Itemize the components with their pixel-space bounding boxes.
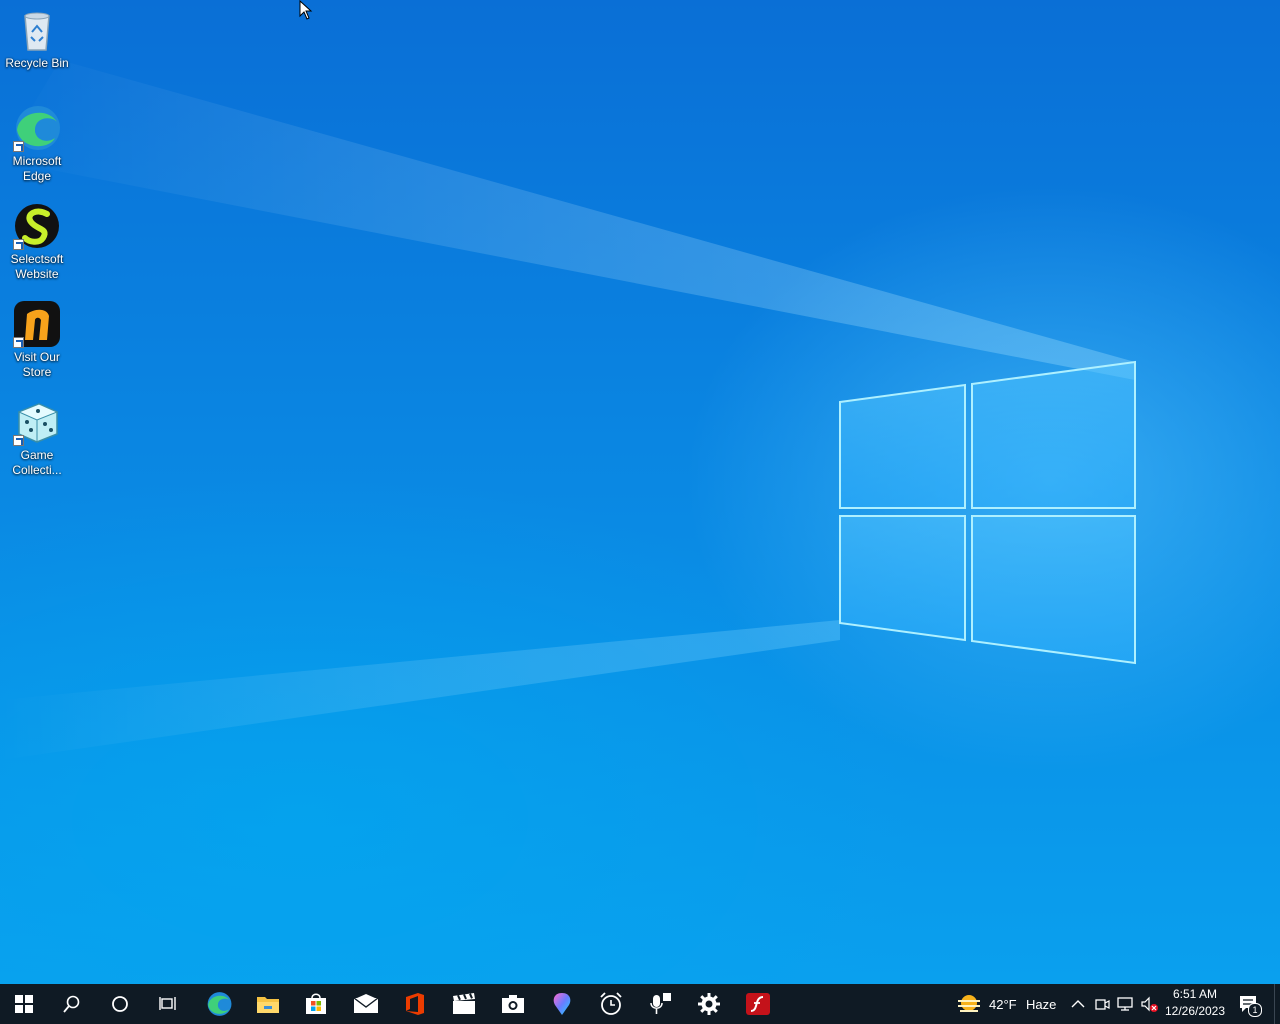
meet-now-button[interactable] (1094, 995, 1110, 1013)
cortana-button[interactable] (96, 984, 144, 1024)
alarms-icon (600, 992, 622, 1015)
network-icon (1117, 997, 1133, 1011)
search-icon (63, 995, 80, 1013)
desktop-icon-label: Selectsoft (10, 252, 64, 266)
store-logo-icon (13, 300, 61, 348)
taskbar: 42°F Haze 6:51 AM 12/26/2023 1 (0, 984, 1280, 1024)
wallpaper-beams (0, 60, 1136, 760)
haze-weather-icon (958, 995, 980, 1012)
network-button[interactable] (1117, 995, 1135, 1013)
clock-date: 12/26/2023 (1164, 1004, 1226, 1018)
desktop-icon-label: Game (20, 448, 54, 462)
taskbar-movies-tv[interactable] (440, 984, 488, 1024)
taskbar-edge[interactable] (195, 984, 243, 1024)
edge-icon (207, 992, 232, 1016)
weather-temperature[interactable]: 42°F (989, 997, 1017, 1012)
taskbar-voice-recorder[interactable] (636, 984, 684, 1024)
taskbar-store[interactable] (292, 984, 340, 1024)
start-icon (15, 995, 33, 1013)
file-explorer-icon (257, 997, 279, 1013)
clock-time: 6:51 AM (1172, 987, 1218, 1001)
shortcut-arrow-icon (13, 239, 24, 250)
desktop-icon-label: Recycle Bin (5, 56, 69, 70)
recycle-bin-icon (13, 6, 61, 54)
search-button[interactable] (48, 984, 96, 1024)
action-center-button[interactable]: 1 (1236, 992, 1262, 1017)
desktop-icon-label: Microsoft (12, 154, 62, 168)
taskbar-office[interactable] (391, 984, 439, 1024)
desktop-icon-label-line2: Collecti... (12, 463, 62, 477)
volume-muted-icon (1141, 996, 1158, 1012)
taskbar-paint-3d[interactable] (538, 984, 586, 1024)
meet-now-icon (1095, 999, 1110, 1010)
desktop-icon-recycle-bin[interactable]: Recycle Bin (2, 6, 72, 71)
clock[interactable]: 6:51 AM 12/26/2023 (1160, 986, 1230, 1020)
shortcut-arrow-icon (13, 337, 24, 348)
game-dice-icon (13, 398, 61, 446)
start-button[interactable] (0, 984, 48, 1024)
desktop-icon-label-line2: Store (22, 365, 52, 379)
task-view-icon (159, 997, 176, 1010)
windows-logo-wallpaper (839, 360, 1136, 665)
desktop[interactable]: Recycle Bin Microsoft Edge Selectsoft We… (0, 0, 1280, 984)
camera-icon (502, 995, 524, 1013)
desktop-icon-selectsoft-website[interactable]: Selectsoft Website (2, 202, 72, 282)
taskbar-camera[interactable] (489, 984, 537, 1024)
taskbar-mail[interactable] (342, 984, 390, 1024)
flash-icon (746, 993, 770, 1015)
weather-widget[interactable] (956, 993, 982, 1015)
taskbar-alarms-clock[interactable] (587, 984, 635, 1024)
mail-icon (353, 994, 379, 1013)
shortcut-arrow-icon (13, 435, 24, 446)
store-icon (306, 993, 326, 1014)
cortana-icon (112, 996, 128, 1012)
paint3d-icon (553, 993, 571, 1015)
task-view-button[interactable] (144, 984, 192, 1024)
notification-count-badge: 1 (1248, 1003, 1262, 1017)
show-desktop-button[interactable] (1274, 984, 1280, 1024)
settings-icon (698, 993, 720, 1015)
selectsoft-icon (13, 202, 61, 250)
desktop-icon-visit-our-store[interactable]: Visit Our Store (2, 300, 72, 380)
movies-icon (453, 993, 475, 1014)
desktop-icon-label-line2: Website (15, 267, 59, 281)
desktop-icon-microsoft-edge[interactable]: Microsoft Edge (2, 104, 72, 184)
show-hidden-icons-button[interactable] (1070, 995, 1086, 1013)
volume-button[interactable] (1141, 995, 1159, 1013)
chevron-up-icon (1071, 1000, 1085, 1008)
shortcut-arrow-icon (13, 141, 24, 152)
mouse-cursor-icon (299, 0, 313, 20)
weather-condition[interactable]: Haze (1026, 997, 1056, 1012)
office-icon (406, 993, 424, 1015)
taskbar-flash-player[interactable] (734, 984, 782, 1024)
taskbar-file-explorer[interactable] (244, 984, 292, 1024)
edge-icon (13, 104, 61, 152)
desktop-icon-game-collection[interactable]: Game Collecti... (2, 398, 72, 478)
desktop-icon-label: Visit Our (14, 350, 60, 364)
desktop-icon-label-line2: Edge (22, 169, 52, 183)
taskbar-settings[interactable] (685, 984, 733, 1024)
voice-recorder-icon (650, 993, 671, 1014)
